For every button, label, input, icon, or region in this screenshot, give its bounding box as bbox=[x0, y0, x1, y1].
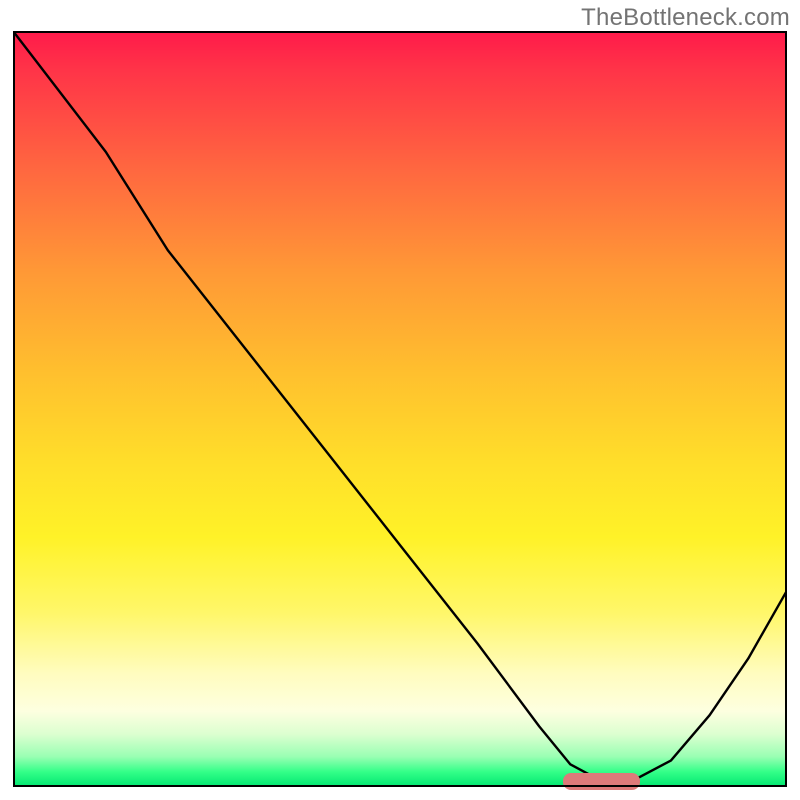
watermark-text: TheBottleneck.com bbox=[581, 4, 790, 32]
bottleneck-curve bbox=[13, 31, 787, 787]
optimal-range-marker bbox=[563, 773, 640, 790]
curve-path bbox=[13, 31, 787, 781]
chart-plot-area bbox=[13, 31, 787, 787]
